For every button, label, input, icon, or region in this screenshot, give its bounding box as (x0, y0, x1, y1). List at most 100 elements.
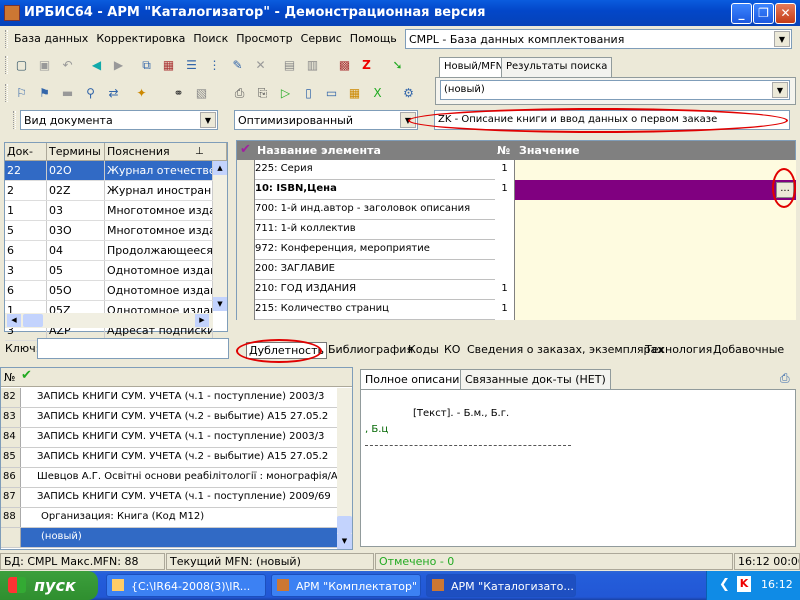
col-header-count[interactable]: Док-ов (5, 143, 47, 171)
grid-row[interactable]: 200: ЗАГЛАВИЕ (237, 260, 796, 280)
list-icon[interactable]: ☰ (181, 56, 202, 76)
tab-additional[interactable]: Добавочные (711, 342, 786, 359)
vertical-scrollbar[interactable]: ▼ (337, 388, 352, 549)
grid-row[interactable]: 10: ISBN,Цена 1... (237, 180, 796, 200)
close-button[interactable]: ✕ (775, 3, 796, 24)
grid-icon[interactable]: ▦ (158, 56, 179, 76)
delete-icon[interactable]: ✕ (250, 56, 271, 76)
tools-icon[interactable]: ✦ (131, 84, 152, 104)
element-value[interactable] (515, 220, 796, 240)
z3950-icon[interactable]: Z (356, 56, 377, 76)
report-icon[interactable]: ▦ (344, 84, 365, 104)
grid-row[interactable]: 972: Конференция, мероприятие (237, 240, 796, 260)
list-item[interactable]: 85 ЗАПИСЬ КНИГИ СУМ. УЧЕТА (ч.2 - выбытие… (1, 448, 337, 468)
maximize-button[interactable]: ❐ (753, 3, 774, 24)
element-value[interactable] (515, 300, 796, 320)
list-item[interactable]: 83 ЗАПИСЬ КНИГИ СУМ. УЧЕТА (ч.2 - выбытие… (1, 408, 337, 428)
undo-icon[interactable]: ↶ (57, 56, 78, 76)
menu-search[interactable]: Поиск (189, 28, 232, 45)
list-item[interactable]: 86 Шевцов А.Г. Освітні основи реабілітоло… (1, 468, 337, 488)
tab-search-results[interactable]: Результаты поиска (501, 57, 613, 77)
tree-icon[interactable]: ⋮ (204, 56, 225, 76)
horizontal-scrollbar[interactable]: ◀ ▶ (5, 313, 213, 328)
tab-new-mfn[interactable]: Новый/MFN (439, 57, 509, 77)
element-value[interactable] (515, 280, 796, 300)
grid-row[interactable]: 225: Серия 1 (237, 160, 796, 180)
grid-row[interactable]: 215: Количество страниц 1 (237, 300, 796, 320)
scroll-down-icon[interactable]: ▼ (337, 534, 352, 549)
table-row[interactable]: 2 02Z Журнал иностранн (5, 181, 213, 201)
gallery-icon[interactable]: ▧ (191, 84, 212, 104)
scroll-up-icon[interactable]: ▲ (213, 161, 227, 175)
table-row[interactable]: 3 05 Однотомное издани (5, 261, 213, 281)
element-value[interactable] (515, 160, 796, 180)
record-select[interactable]: (новый) ▼ (440, 80, 790, 100)
task-komplektator[interactable]: АРМ "Комплектатор" (271, 574, 421, 597)
menu-service[interactable]: Сервис (297, 28, 346, 45)
mode-select[interactable]: Оптимизированный ▼ (234, 110, 418, 130)
element-value[interactable] (515, 260, 796, 280)
task-katalogizator[interactable]: АРМ "Каталогизато... (426, 574, 576, 597)
scroll-right-icon[interactable]: ▶ (195, 314, 209, 327)
marker-icon[interactable]: ⚐ (11, 84, 32, 104)
list-item[interactable]: 87 ЗАПИСЬ КНИГИ СУМ. УЧЕТА (ч.1 - поступл… (1, 488, 337, 508)
print-preview-icon[interactable]: ⎘ (252, 84, 273, 104)
tab-bibliography[interactable]: Библиография (326, 342, 415, 359)
print-icon[interactable]: ⎙ (780, 371, 790, 386)
import-icon[interactable]: ▤ (279, 56, 300, 76)
table-row[interactable]: 1 03 Многотомное издан (5, 201, 213, 221)
document2-icon[interactable]: ▭ (321, 84, 342, 104)
arrow-back-icon[interactable]: ❮ (719, 577, 730, 592)
scroll-thumb[interactable] (337, 516, 352, 534)
list-item[interactable]: 82 ЗАПИСЬ КНИГИ СУМ. УЧЕТА (ч.1 - поступл… (1, 388, 337, 408)
list-item[interactable]: 84 ЗАПИСЬ КНИГИ СУМ. УЧЕТА (ч.1 - поступл… (1, 428, 337, 448)
tab-technology[interactable]: Технология (643, 342, 714, 359)
vertical-scrollbar[interactable]: ▲ ▼ (213, 161, 227, 311)
save-icon[interactable]: ▣ (34, 56, 55, 76)
filter-icon[interactable]: ⚲ (80, 84, 101, 104)
tab-ko[interactable]: КО (442, 342, 462, 359)
menu-help[interactable]: Помощь (346, 28, 401, 45)
list-item[interactable]: 88 Организация: Книга (Код М12) (1, 508, 337, 528)
tab-full-description[interactable]: Полное описание (360, 369, 472, 389)
col-header-desc[interactable]: Пояснения (105, 143, 227, 161)
start-button[interactable]: пуск (0, 571, 98, 600)
link-icon[interactable]: ⇄ (103, 84, 124, 104)
copy-icon[interactable]: ⧉ (136, 56, 157, 76)
minimize-button[interactable]: _ (731, 3, 752, 24)
tab-orders-copies[interactable]: Сведения о заказах, экземплярах (465, 342, 666, 359)
edit-icon[interactable]: ✎ (227, 56, 248, 76)
database-select[interactable]: CMPL - База данных комплектования ▼ (405, 29, 792, 49)
key-input[interactable] (37, 338, 229, 359)
pin-icon[interactable]: ⊥ (195, 146, 204, 157)
settings-icon[interactable]: ⚙ (398, 84, 419, 104)
list-item[interactable]: (новый) (1, 528, 337, 548)
new-record-icon[interactable]: ▢ (11, 56, 32, 76)
folder-icon[interactable]: ▬ (57, 84, 78, 104)
book-icon[interactable]: ▩ (334, 56, 355, 76)
print-icon[interactable]: ⎙ (229, 84, 250, 104)
prev-record-icon[interactable]: ◀ (86, 56, 107, 76)
document-icon[interactable]: ▯ (298, 84, 319, 104)
tab-codes[interactable]: Коды (406, 342, 441, 359)
table-row[interactable]: 5 03O Многотомное издан (5, 221, 213, 241)
menu-view[interactable]: Просмотр (232, 28, 296, 45)
scroll-left-icon[interactable]: ◀ (7, 314, 21, 327)
kaspersky-icon[interactable]: K (737, 576, 751, 592)
table-row[interactable]: 22 02O Журнал отечестве (5, 161, 213, 181)
element-value[interactable] (515, 240, 796, 260)
grid-row[interactable]: 711: 1-й коллектив (237, 220, 796, 240)
scroll-thumb[interactable] (23, 314, 43, 327)
element-value[interactable]: ... (515, 180, 796, 200)
menu-edit[interactable]: Корректировка (92, 28, 189, 45)
grid-row[interactable]: 210: ГОД ИЗДАНИЯ 1 (237, 280, 796, 300)
scroll-down-icon[interactable]: ▼ (213, 297, 227, 311)
export-icon[interactable]: ▥ (302, 56, 323, 76)
element-value[interactable] (515, 200, 796, 220)
excel-icon[interactable]: X (367, 84, 388, 104)
menu-database[interactable]: База данных (10, 28, 92, 45)
arrow-icon[interactable]: ➘ (387, 56, 408, 76)
col-header-term[interactable]: Термины (47, 143, 105, 161)
binoculars-icon[interactable]: ⚭ (168, 84, 189, 104)
grid-row[interactable]: 700: 1-й инд.автор - заголовок описания (237, 200, 796, 220)
